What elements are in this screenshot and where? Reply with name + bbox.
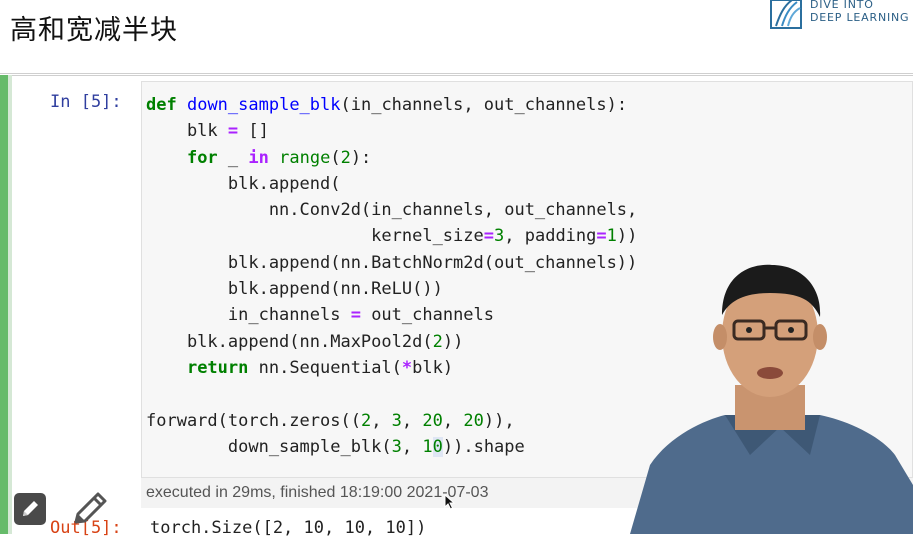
code-line-13: forward(torch.zeros((2, 3, 20, 20)), — [146, 410, 515, 431]
text-cursor: 0 — [432, 436, 443, 457]
logo-text-line2: DEEP LEARNING — [810, 11, 910, 24]
page-title: 高和宽减半块 — [10, 15, 178, 46]
logo-mark-icon — [770, 0, 802, 29]
logo: DIVE INTO DEEP LEARNING — [770, 0, 913, 30]
code-line-2: blk = [] — [146, 121, 269, 142]
code-line-8: blk.append(nn.ReLU()) — [146, 279, 443, 300]
code-content[interactable]: def down_sample_blk(in_channels, out_cha… — [146, 92, 637, 460]
cell-selection-bar[interactable] — [0, 75, 8, 534]
edit-icon — [23, 501, 38, 516]
code-line-10: blk.append(nn.MaxPool2d(2)) — [146, 331, 464, 352]
mouse-cursor-icon — [444, 494, 456, 510]
execution-info: executed in 29ms, finished 18:19:00 2021… — [146, 484, 489, 501]
code-line-9: in_channels = out_channels — [146, 305, 495, 326]
code-line-1: def down_sample_blk(in_channels, out_cha… — [146, 95, 628, 115]
presenter-video — [630, 264, 913, 534]
code-line-14: down_sample_blk(3, 10)).shape — [146, 436, 525, 457]
pencil-icon[interactable] — [72, 492, 108, 526]
logo-text-line1: DIVE INTO — [810, 0, 874, 11]
code-line-3: for _ in range(2): — [186, 147, 372, 168]
cell-output: torch.Size([2, 10, 10, 10]) — [150, 518, 427, 538]
input-prompt: In [5]: — [50, 92, 122, 112]
code-line-4: blk.append( — [146, 173, 341, 194]
code-line-7: blk.append(nn.BatchNorm2d(out_channels)) — [146, 252, 638, 273]
code-line-6: kernel_size=3, padding=1)) — [146, 226, 638, 247]
edit-button[interactable] — [14, 493, 46, 525]
code-line-11: return nn.Sequential(*blk) — [186, 357, 454, 378]
code-line-5: nn.Conv2d(in_channels, out_channels, — [146, 200, 638, 221]
header-divider — [0, 73, 913, 74]
